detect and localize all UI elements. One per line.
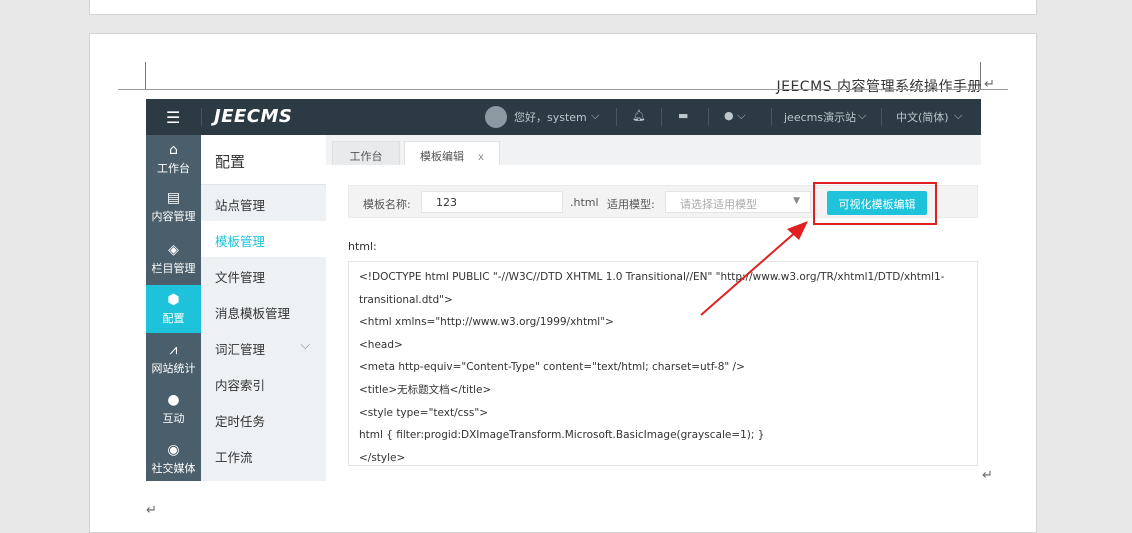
annotation-arrow-icon: [700, 221, 808, 316]
